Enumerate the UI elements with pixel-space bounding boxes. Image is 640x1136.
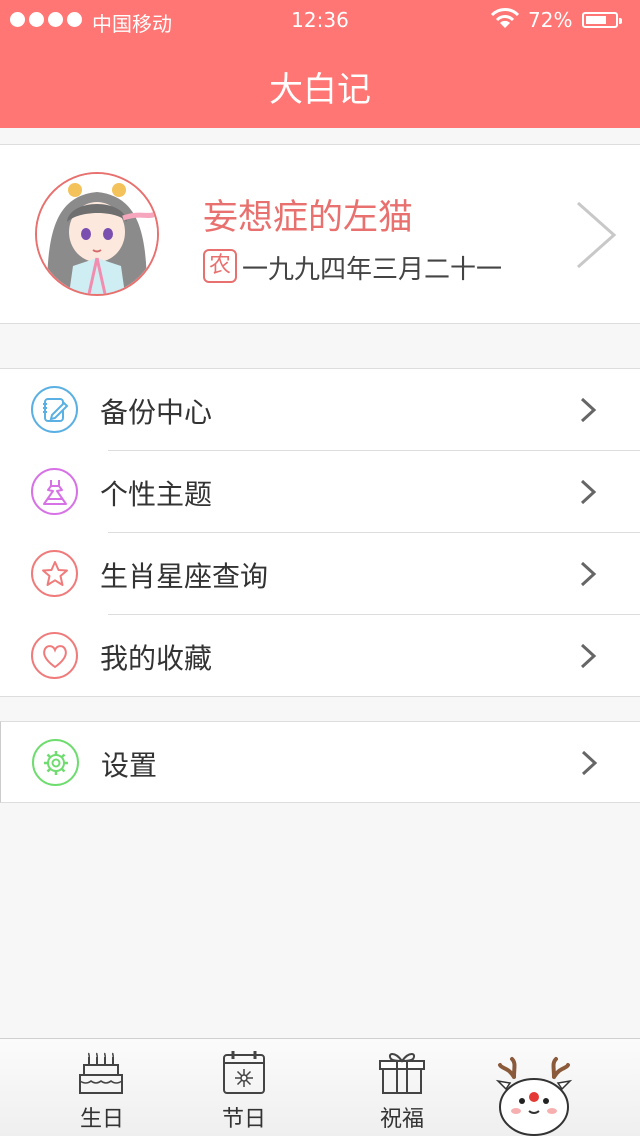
star-icon (31, 550, 78, 597)
heart-icon (31, 632, 78, 679)
tab-label: 祝福 (379, 1107, 424, 1132)
cake-icon (79, 1052, 123, 1094)
menu-item-my-favorites[interactable]: 我的收藏 (0, 615, 640, 697)
lunar-calendar-badge: 农 (203, 249, 237, 283)
tab-label: 生日 (79, 1107, 124, 1132)
gift-icon (379, 1053, 425, 1094)
menu-item-personal-theme[interactable]: 个性主题 (0, 451, 640, 533)
tab-birthday[interactable]: 生日 (62, 1049, 142, 1133)
menu-item-backup-center[interactable]: 备份中心 (0, 369, 640, 451)
battery-icon (582, 12, 622, 28)
reindeer-mascot-icon[interactable] (494, 1055, 574, 1136)
avatar[interactable] (35, 172, 159, 296)
wifi-icon (490, 8, 520, 28)
chevron-right-icon (581, 750, 598, 776)
battery-percent: 72% (528, 8, 573, 32)
top-bar: 中国移动 12:36 72% 大白记 (0, 0, 640, 128)
tab-blessing[interactable]: 祝福 (362, 1049, 442, 1133)
menu-list: 备份中心 个性主题 生肖星座查询 我的收藏 (0, 368, 640, 697)
page-title: 大白记 (269, 70, 371, 110)
menu-item-zodiac-query[interactable]: 生肖星座查询 (0, 533, 640, 615)
menu-item-label: 个性主题 (100, 478, 213, 511)
profile-card[interactable]: 妄想症的左猫 农 一九九四年三月二十一 (0, 144, 640, 324)
menu-item-settings[interactable]: 设置 (1, 722, 640, 804)
menu-item-label: 生肖星座查询 (100, 560, 269, 593)
menu-item-label: 设置 (101, 749, 158, 782)
menu-item-label: 我的收藏 (100, 642, 213, 675)
gear-icon (32, 739, 79, 786)
status-bar: 中国移动 12:36 72% (0, 0, 640, 40)
chevron-right-icon (580, 397, 597, 423)
dress-icon (31, 468, 78, 515)
tab-bar: 生日 节日 祝福 (0, 1038, 640, 1136)
chevron-right-icon (580, 561, 597, 587)
chevron-right-icon (580, 643, 597, 669)
menu-item-label: 备份中心 (100, 396, 213, 429)
tab-label: 节日 (221, 1107, 266, 1132)
calendar-fireworks-icon (223, 1051, 265, 1094)
username: 妄想症的左猫 (203, 198, 414, 238)
tab-festival[interactable]: 节日 (204, 1049, 284, 1133)
backup-edit-icon (31, 386, 78, 433)
chevron-right-icon[interactable] (574, 199, 620, 271)
settings-group: 设置 (0, 721, 640, 803)
chevron-right-icon (580, 479, 597, 505)
anime-girl-avatar-icon (37, 174, 157, 294)
birthday-date: 一九九四年三月二十一 (242, 255, 503, 285)
battery-fill (586, 16, 606, 24)
